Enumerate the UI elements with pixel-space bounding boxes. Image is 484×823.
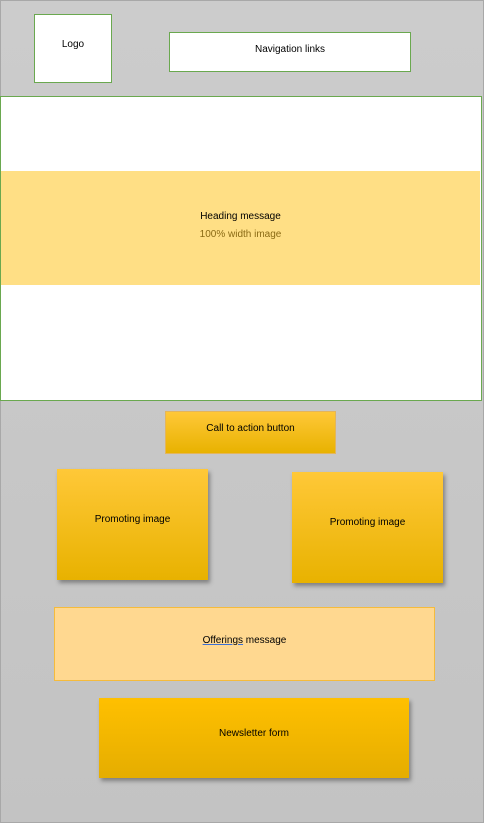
promoting-image-label: Promoting image (329, 517, 406, 528)
offerings-message-rest: message (243, 635, 287, 646)
promoting-image-left: Promoting image (57, 469, 208, 580)
promoting-image-label: Promoting image (94, 514, 171, 525)
hero-heading: Heading message (200, 211, 281, 222)
navigation-links-label: Navigation links (254, 44, 326, 55)
newsletter-form-placeholder: Newsletter form (99, 698, 409, 778)
newsletter-form-label: Newsletter form (218, 728, 289, 739)
logo-label: Logo (61, 39, 85, 50)
call-to-action-placeholder: Call to action button (165, 411, 336, 454)
offerings-word: Offerings (202, 635, 244, 646)
call-to-action-label: Call to action button (206, 423, 295, 434)
logo-placeholder: Logo (34, 14, 112, 83)
hero-image-caption: 100% width image (199, 229, 282, 240)
promoting-image-right: Promoting image (292, 472, 443, 583)
offerings-message-placeholder: Offerings message (54, 607, 435, 681)
navigation-links-placeholder: Navigation links (169, 32, 411, 72)
offerings-message: Offerings message (203, 635, 287, 646)
hero-image-band: Heading message 100% width image (1, 171, 480, 285)
